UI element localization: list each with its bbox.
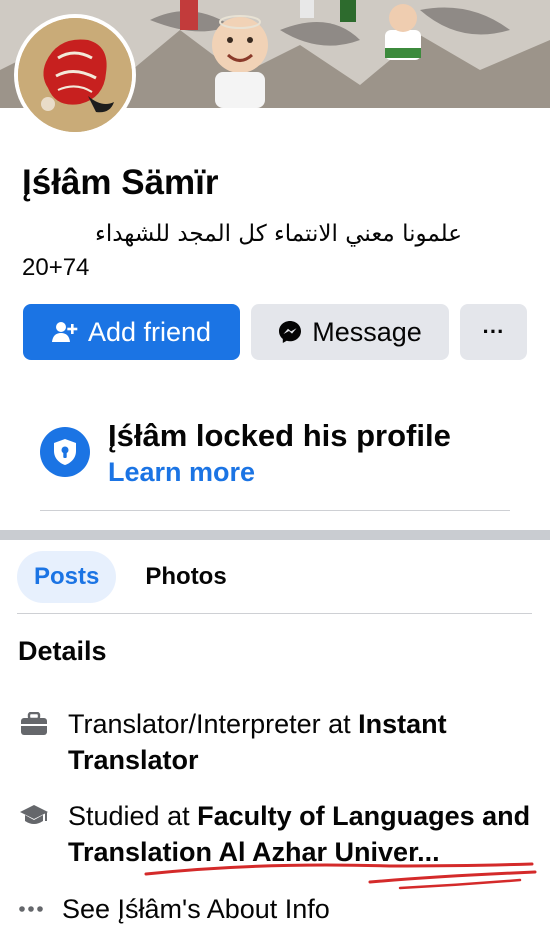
bio-arabic-text: علمونا معني الانتماء كل المجد للشهداء	[95, 221, 462, 247]
graduation-cap-icon	[18, 802, 50, 830]
messenger-icon	[278, 320, 302, 344]
add-friend-label: Add friend	[87, 316, 212, 347]
tab-posts[interactable]: Posts	[17, 551, 117, 603]
ellipsis-icon	[18, 895, 44, 923]
avatar-image	[18, 18, 132, 132]
work-prefix: Translator/Interpreter at	[68, 709, 359, 739]
profile-name: Įśłâm Sämïr	[22, 163, 219, 202]
details-heading: Details	[18, 636, 107, 666]
profile-avatar[interactable]	[14, 14, 136, 136]
detail-work: Translator/Interpreter at Instant Transl…	[18, 706, 538, 782]
message-label: Message	[312, 316, 422, 347]
tabs-underline	[17, 613, 532, 614]
tab-photos[interactable]: Photos	[128, 551, 243, 603]
message-button[interactable]: Message	[251, 304, 449, 360]
detail-about[interactable]: See Įśłâm's About Info	[18, 891, 538, 927]
add-person-icon	[51, 320, 78, 344]
locked-profile-notice: Įśłâm locked his profile Learn more	[40, 418, 510, 510]
education-text: Studied at Faculty of Languages and Tran…	[68, 798, 538, 870]
education-prefix: Studied at	[68, 801, 198, 831]
profile-tabs: Posts Photos	[17, 551, 244, 603]
more-options-button[interactable]: ···	[460, 304, 527, 360]
more-icon: ···	[482, 319, 505, 344]
section-divider	[0, 530, 550, 540]
locked-profile-title: Įśłâm locked his profile	[108, 418, 451, 453]
learn-more-link[interactable]: Learn more	[108, 456, 255, 488]
add-friend-button[interactable]: Add friend	[23, 304, 240, 360]
briefcase-icon	[18, 710, 50, 738]
about-info-link[interactable]: See Įśłâm's About Info	[62, 891, 532, 927]
profile-bio: علمونا معني الانتماء كل المجد للشهداء 20…	[22, 218, 462, 284]
bio-number-text: 20+74	[22, 254, 90, 281]
shield-lock-icon	[40, 427, 90, 477]
work-text: Translator/Interpreter at Instant Transl…	[68, 706, 538, 778]
separator-line	[40, 510, 510, 511]
detail-education: Studied at Faculty of Languages and Tran…	[18, 798, 538, 874]
